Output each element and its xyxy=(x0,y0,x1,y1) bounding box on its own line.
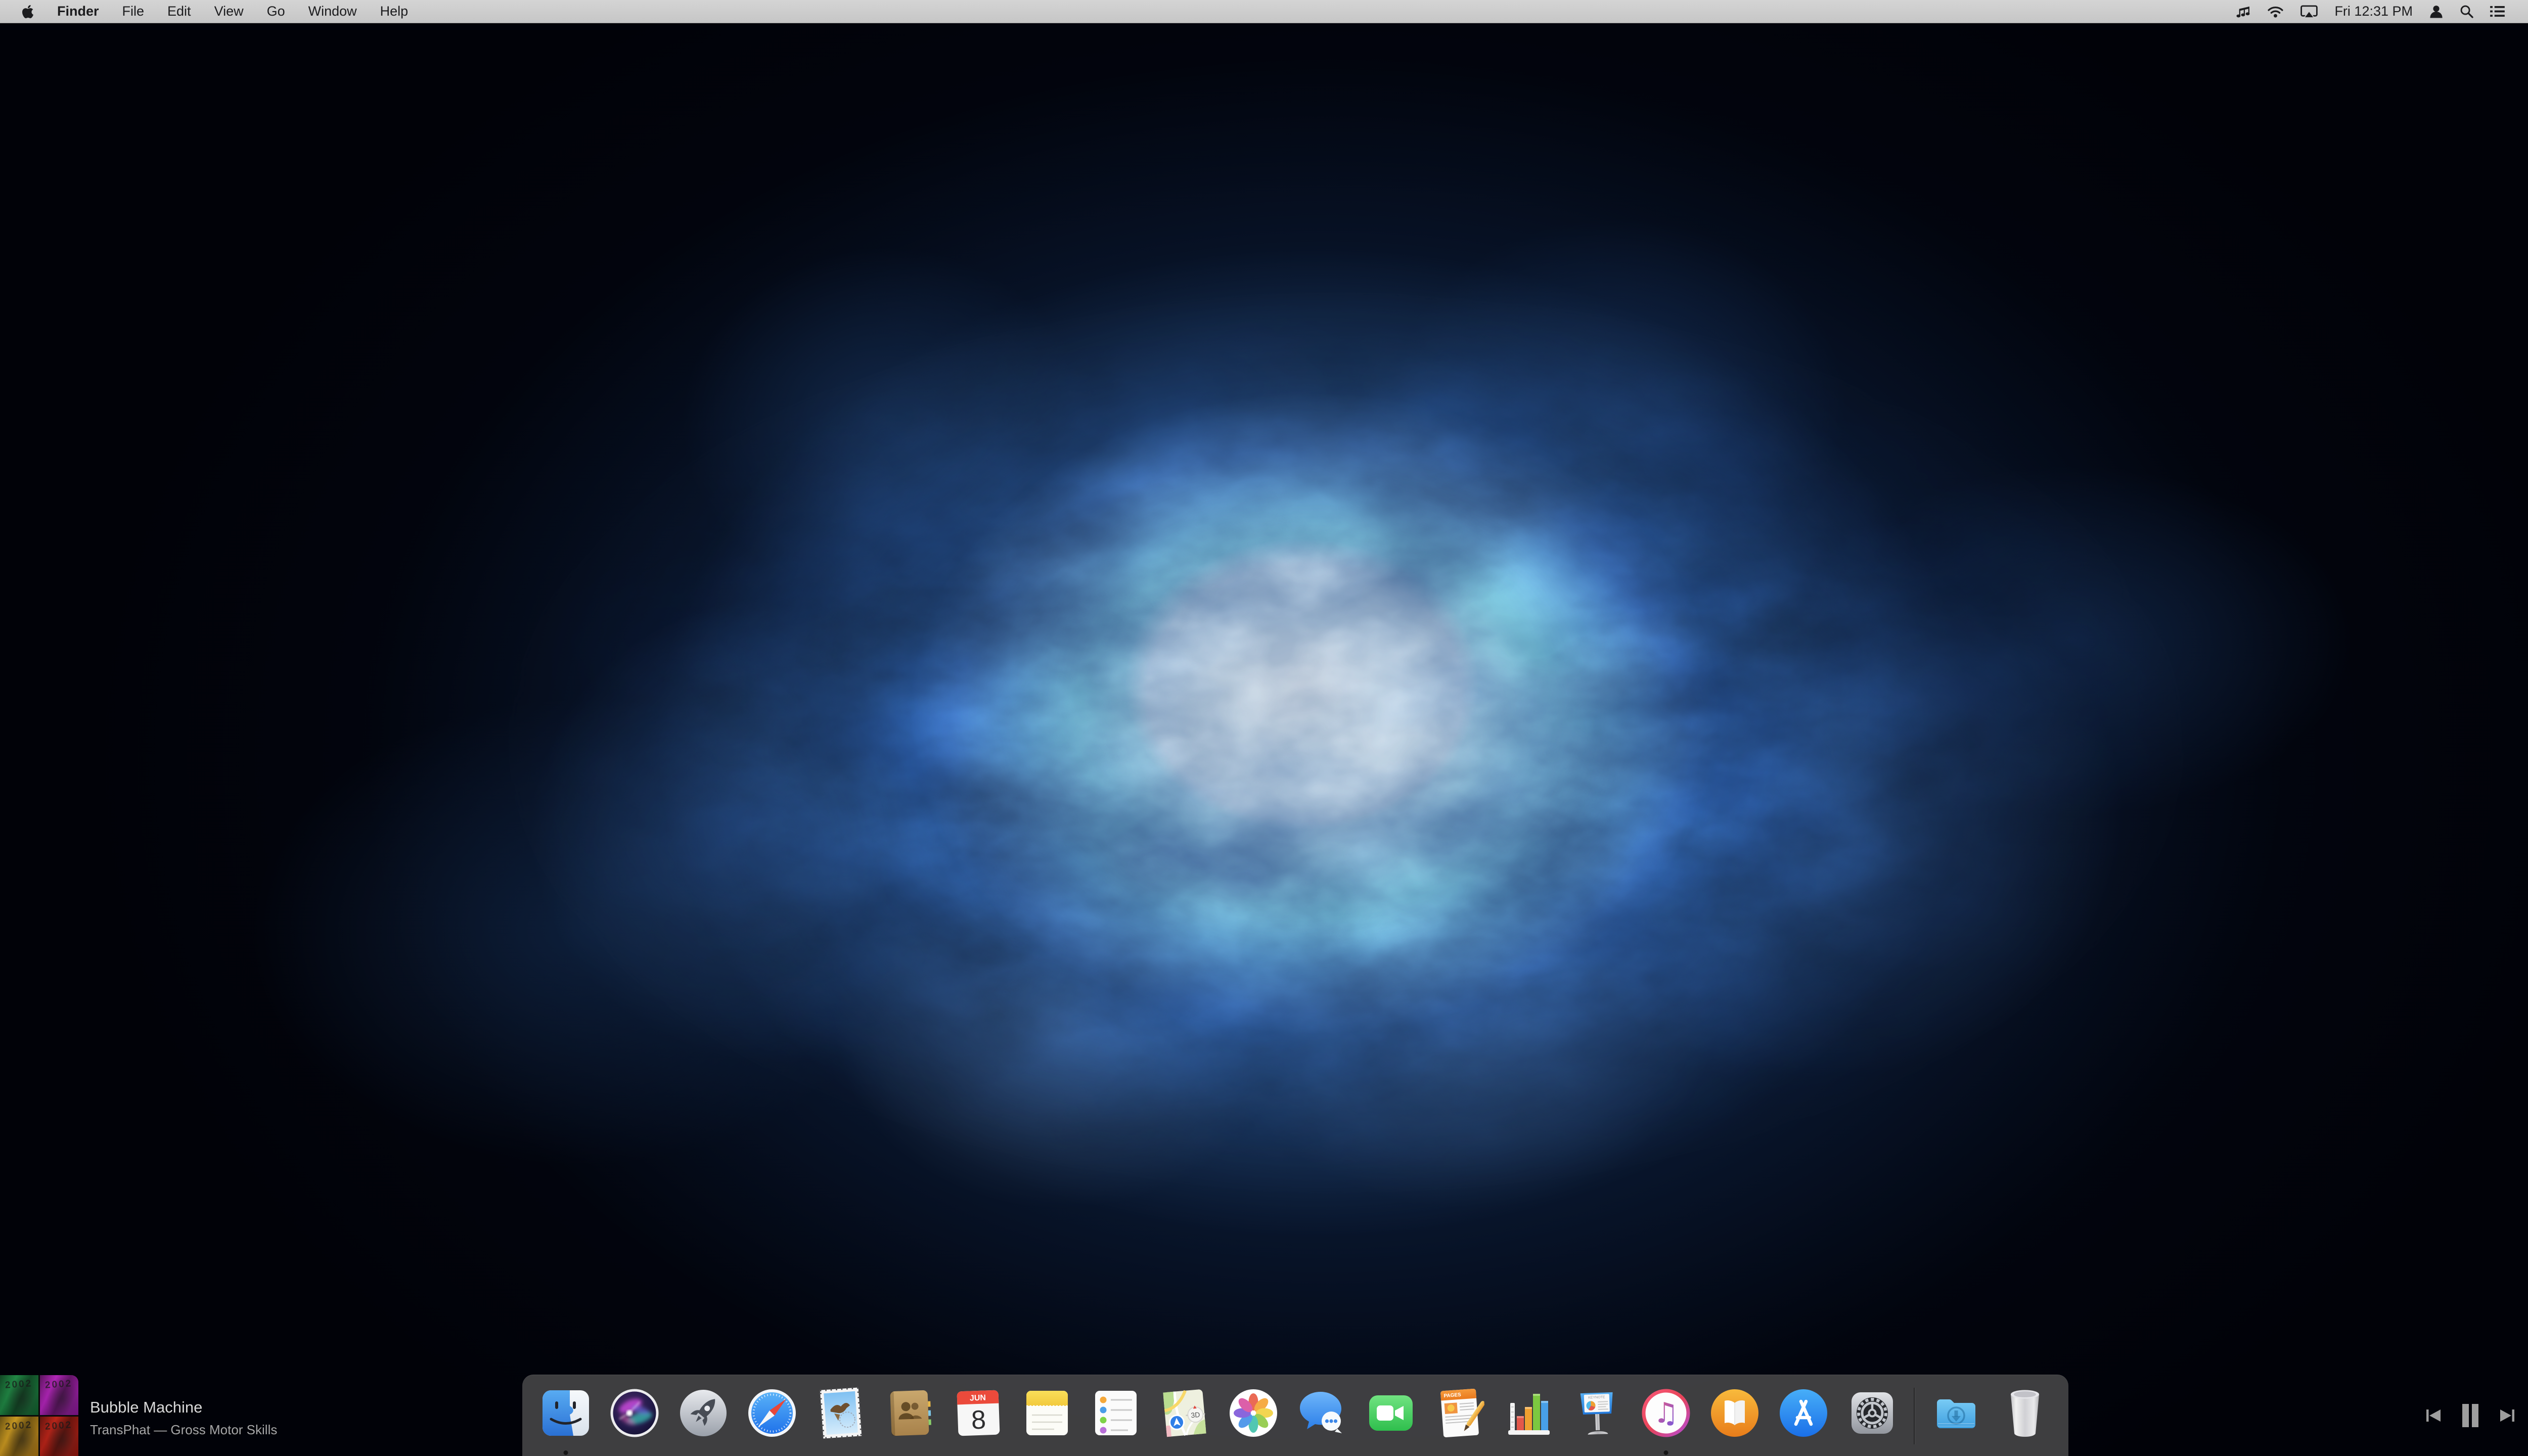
reminders-icon xyxy=(1091,1388,1141,1438)
app-store-icon xyxy=(1778,1388,1829,1438)
album-art[interactable]: 2002 2002 2002 2002 xyxy=(0,1375,78,1456)
siri-icon xyxy=(609,1388,660,1438)
menu-help[interactable]: Help xyxy=(369,0,420,23)
running-indicator xyxy=(564,1450,568,1455)
itunes-icon: ♫ xyxy=(1641,1388,1691,1438)
dock-item-contacts[interactable] xyxy=(875,1388,944,1453)
keynote-podium-icon: KEYNOTE xyxy=(1572,1388,1622,1438)
menu-window[interactable]: Window xyxy=(297,0,369,23)
dock-divider xyxy=(1914,1388,1915,1444)
previous-track-button[interactable] xyxy=(2426,1408,2441,1423)
dock-item-photos[interactable] xyxy=(1219,1388,1288,1453)
downloads-folder-icon xyxy=(1931,1388,1981,1438)
itunes-status-icon[interactable] xyxy=(2235,5,2250,18)
wifi-status[interactable] xyxy=(2267,5,2284,18)
dock-item-safari[interactable] xyxy=(738,1388,806,1453)
maps-3d-text: 3D xyxy=(1191,1410,1200,1419)
dock-item-pages[interactable]: PAGES xyxy=(1425,1388,1494,1453)
system-preferences-gear-icon xyxy=(1847,1388,1898,1438)
desktop: Finder File Edit View Go Window Help xyxy=(0,0,2528,1456)
trash-icon xyxy=(2000,1388,2050,1438)
dock-item-downloads[interactable] xyxy=(1922,1388,1991,1453)
maps-icon: 3D xyxy=(1157,1386,1212,1440)
album-art-tile-red: 2002 xyxy=(40,1417,78,1456)
dock-item-messages[interactable] xyxy=(1288,1388,1357,1453)
previous-track-icon xyxy=(2426,1408,2441,1423)
apple-menu[interactable] xyxy=(10,0,46,23)
airplay-display-icon xyxy=(2300,5,2318,18)
menu-edit[interactable]: Edit xyxy=(156,0,203,23)
menu-bar: Finder File Edit View Go Window Help xyxy=(0,0,2528,23)
dock-item-app-store[interactable] xyxy=(1769,1388,1838,1453)
album-art-year-text: 2002 xyxy=(44,1420,73,1433)
media-controls xyxy=(2426,1403,2515,1428)
wifi-icon xyxy=(2267,5,2284,18)
dock-item-calendar[interactable]: JUN 8 xyxy=(944,1388,1013,1453)
user-switching-menu[interactable] xyxy=(2429,5,2443,18)
notes-icon xyxy=(1022,1388,1072,1438)
dock-item-numbers[interactable] xyxy=(1494,1388,1563,1453)
dock-item-launchpad[interactable] xyxy=(669,1388,738,1453)
now-playing-subtitle: TransPhat — Gross Motor Skills xyxy=(90,1422,277,1438)
keynote-header-text: KEYNOTE xyxy=(1588,1395,1605,1399)
photos-flower-icon xyxy=(1228,1388,1279,1438)
ibooks-icon xyxy=(1709,1388,1760,1438)
dock-item-trash[interactable] xyxy=(1991,1388,2059,1453)
contacts-book-icon xyxy=(883,1387,935,1439)
album-art-year-text: 2002 xyxy=(5,1378,33,1391)
calendar-month-text: JUN xyxy=(970,1393,986,1402)
safari-compass-icon xyxy=(747,1388,797,1438)
now-playing-title: Bubble Machine xyxy=(90,1398,202,1417)
notification-center-menu[interactable] xyxy=(2490,6,2505,17)
finder-icon xyxy=(540,1388,591,1438)
next-track-button[interactable] xyxy=(2500,1408,2515,1423)
dock-item-maps[interactable]: 3D xyxy=(1150,1388,1219,1453)
calendar-icon: JUN 8 xyxy=(953,1388,1004,1438)
desktop-wallpaper[interactable] xyxy=(0,0,2528,1456)
album-art-tile-green: 2002 xyxy=(0,1375,38,1415)
pause-icon xyxy=(2461,1404,2479,1427)
menu-finder[interactable]: Finder xyxy=(46,0,111,23)
menu-bar-clock[interactable]: Fri 12:31 PM xyxy=(2334,4,2413,19)
music-notes-icon xyxy=(2235,5,2250,18)
dock-item-itunes[interactable]: ♫ xyxy=(1632,1388,1700,1453)
dock-item-system-preferences[interactable] xyxy=(1838,1388,1907,1453)
dock-item-keynote[interactable]: KEYNOTE xyxy=(1563,1388,1632,1453)
menu-bar-left: Finder File Edit View Go Window Help xyxy=(0,0,420,23)
mail-stamp-icon xyxy=(814,1386,868,1440)
menu-go[interactable]: Go xyxy=(255,0,297,23)
dock-item-finder[interactable] xyxy=(531,1388,600,1453)
itunes-note-glyph: ♫ xyxy=(1653,1397,1679,1430)
menu-view[interactable]: View xyxy=(203,0,255,23)
dock-item-mail[interactable] xyxy=(806,1388,875,1453)
messages-bubble-icon xyxy=(1297,1388,1347,1438)
menu-file[interactable]: File xyxy=(111,0,156,23)
running-indicator xyxy=(1664,1450,1668,1455)
album-art-year-text: 2002 xyxy=(5,1420,33,1433)
wallpaper-ink-texture xyxy=(0,0,2528,1456)
pages-document-icon: PAGES xyxy=(1433,1386,1487,1440)
calendar-day-text: 8 xyxy=(971,1405,986,1435)
user-account-icon xyxy=(2429,5,2443,18)
airplay-status[interactable] xyxy=(2300,5,2318,18)
dock-item-siri[interactable] xyxy=(600,1388,669,1453)
dock: JUN 8 xyxy=(522,1375,2068,1456)
numbers-chart-icon xyxy=(1503,1388,1554,1438)
album-art-tile-magenta: 2002 xyxy=(40,1375,78,1415)
spotlight-search-icon xyxy=(2460,5,2473,18)
dock-item-ibooks[interactable] xyxy=(1700,1388,1769,1453)
notification-center-icon xyxy=(2490,6,2505,17)
next-track-icon xyxy=(2500,1408,2515,1423)
album-art-tile-gold: 2002 xyxy=(0,1417,38,1456)
facetime-camera-icon xyxy=(1366,1388,1416,1438)
launchpad-rocket-icon xyxy=(678,1388,729,1438)
album-art-year-text: 2002 xyxy=(44,1378,73,1391)
dock-item-reminders[interactable] xyxy=(1081,1388,1150,1453)
apple-logo-icon xyxy=(22,4,34,19)
dock-item-facetime[interactable] xyxy=(1357,1388,1425,1453)
spotlight-menu[interactable] xyxy=(2460,5,2473,18)
pause-button[interactable] xyxy=(2461,1404,2479,1427)
menu-bar-status: Fri 12:31 PM xyxy=(2235,0,2528,23)
dock-item-notes[interactable] xyxy=(1013,1388,1081,1453)
